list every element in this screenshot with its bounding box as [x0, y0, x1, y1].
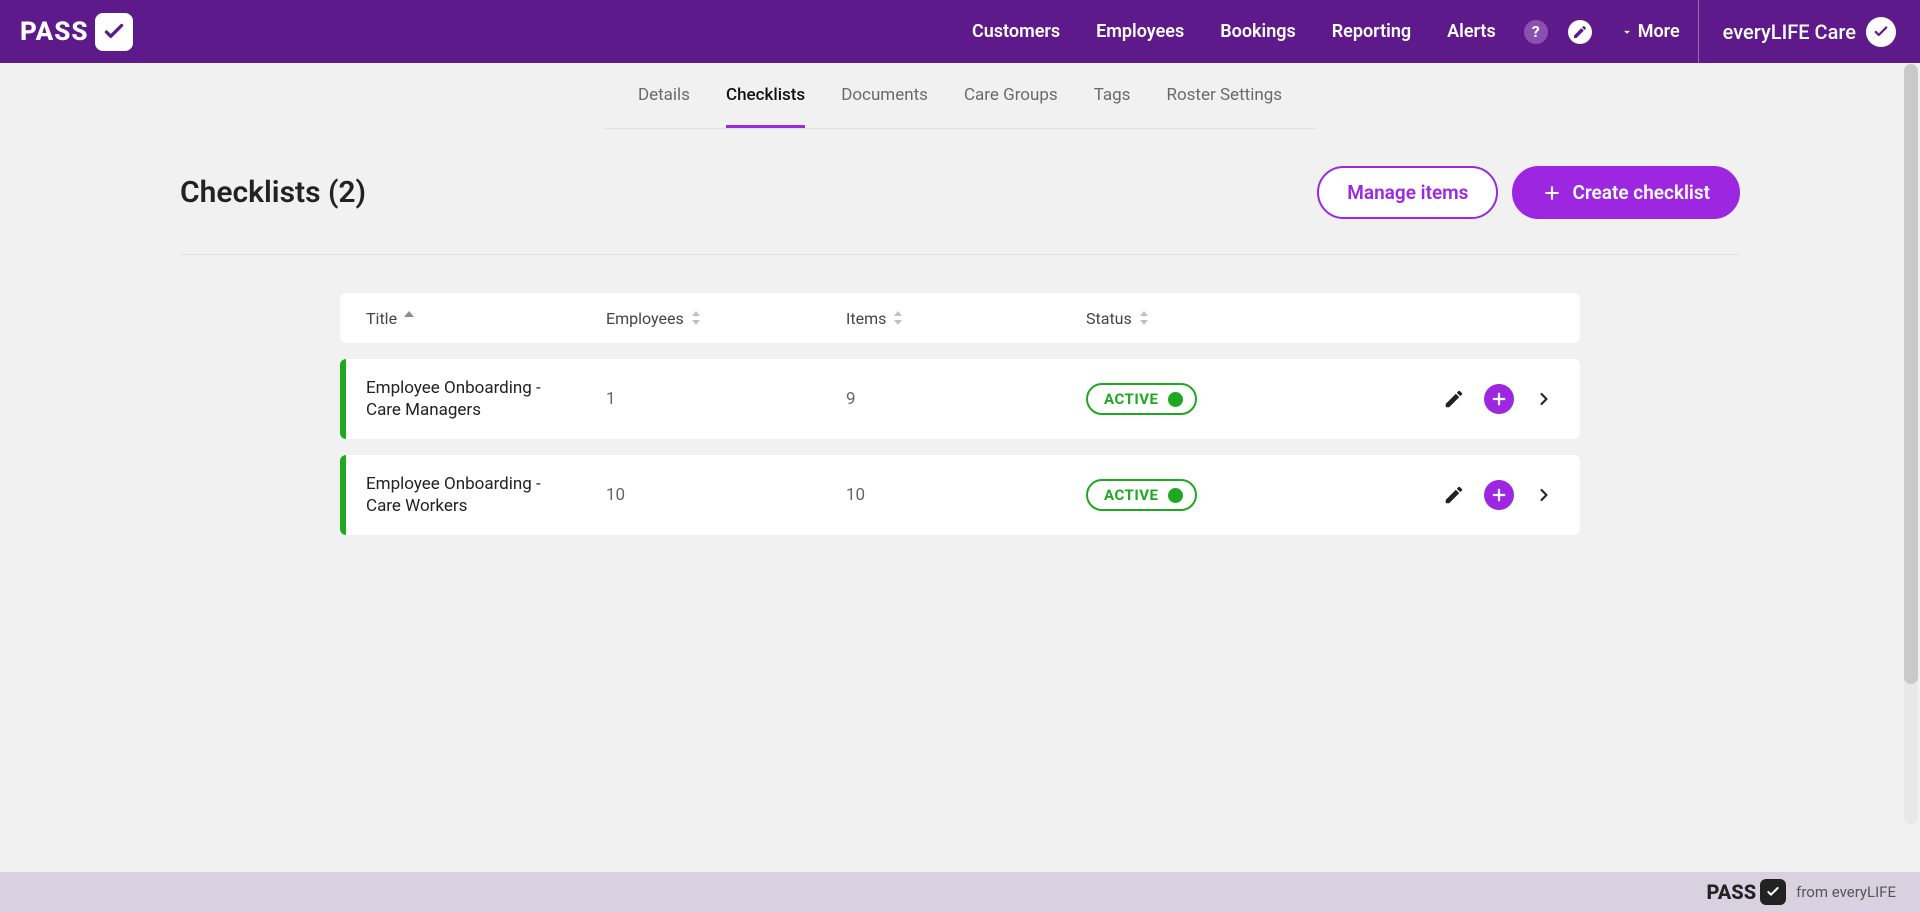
- sort-asc-icon: [403, 311, 415, 325]
- app-header: PASS Customers Employees Bookings Report…: [0, 0, 1920, 63]
- column-title[interactable]: Title: [340, 309, 580, 328]
- table-header: Title Employees Items Status: [340, 293, 1580, 343]
- row-title: Employee Onboarding - Care Workers: [340, 473, 560, 517]
- manage-items-button[interactable]: Manage items: [1317, 166, 1498, 219]
- row-items: 9: [820, 389, 1060, 409]
- column-employees[interactable]: Employees: [580, 309, 820, 328]
- footer-brand: PASS: [1707, 879, 1787, 905]
- row-actions: [1300, 384, 1580, 414]
- brand-logo: PASS: [20, 13, 133, 51]
- plus-icon: [1542, 183, 1562, 203]
- nav-customers[interactable]: Customers: [954, 21, 1078, 42]
- edit-icon[interactable]: [1568, 20, 1592, 44]
- brand-badge: [95, 13, 133, 51]
- footer-text: from everyLIFE: [1796, 883, 1896, 901]
- account-name: everyLIFE Care: [1723, 20, 1856, 44]
- nav-reporting[interactable]: Reporting: [1314, 21, 1429, 42]
- status-label: ACTIVE: [1104, 486, 1158, 504]
- sort-icon: [1138, 311, 1150, 325]
- sub-tabs: Details Checklists Documents Care Groups…: [605, 63, 1315, 129]
- tab-care-groups[interactable]: Care Groups: [964, 63, 1058, 128]
- chevron-right-icon: [1534, 485, 1554, 505]
- page-actions: Manage items Create checklist: [1317, 166, 1740, 219]
- check-icon: [1872, 23, 1890, 41]
- manage-items-label: Manage items: [1347, 181, 1468, 204]
- tab-roster-settings[interactable]: Roster Settings: [1166, 63, 1282, 128]
- column-employees-label: Employees: [606, 309, 684, 328]
- footer-brand-name: PASS: [1707, 880, 1757, 904]
- status-dot-icon: [1168, 488, 1183, 503]
- pencil-icon: [1443, 388, 1465, 410]
- chevron-right-icon: [1534, 389, 1554, 409]
- nav-bookings[interactable]: Bookings: [1202, 21, 1314, 42]
- more-label: More: [1638, 21, 1680, 42]
- page: Checklists (2) Manage items Create check…: [180, 129, 1740, 535]
- create-checklist-label: Create checklist: [1572, 181, 1710, 204]
- row-items: 10: [820, 485, 1060, 505]
- table-row[interactable]: Employee Onboarding - Care Workers 10 10…: [340, 455, 1580, 535]
- column-title-label: Title: [366, 309, 397, 328]
- status-badge: ACTIVE: [1086, 383, 1197, 415]
- open-row-button[interactable]: [1530, 481, 1558, 509]
- nav-alerts[interactable]: Alerts: [1429, 21, 1514, 42]
- more-menu[interactable]: More: [1602, 21, 1698, 42]
- row-employees: 10: [580, 485, 820, 505]
- plus-icon: [1490, 486, 1508, 504]
- tab-checklists[interactable]: Checklists: [726, 63, 805, 128]
- sort-icon: [690, 311, 702, 325]
- plus-icon: [1490, 390, 1508, 408]
- status-badge: ACTIVE: [1086, 479, 1197, 511]
- status-label: ACTIVE: [1104, 390, 1158, 408]
- open-row-button[interactable]: [1530, 385, 1558, 413]
- check-icon: [101, 19, 127, 45]
- table-row[interactable]: Employee Onboarding - Care Managers 1 9 …: [340, 359, 1580, 439]
- main-nav: Customers Employees Bookings Reporting A…: [954, 0, 1920, 63]
- add-row-button[interactable]: [1484, 384, 1514, 414]
- create-checklist-button[interactable]: Create checklist: [1512, 166, 1740, 219]
- check-icon: [1765, 884, 1781, 900]
- checklists-table: Title Employees Items Status Employee On…: [340, 293, 1580, 535]
- help-icon[interactable]: ?: [1524, 20, 1548, 44]
- column-items-label: Items: [846, 309, 886, 328]
- edit-row-button[interactable]: [1440, 481, 1468, 509]
- footer: PASS from everyLIFE: [0, 872, 1920, 912]
- column-status[interactable]: Status: [1060, 309, 1300, 328]
- column-items[interactable]: Items: [820, 309, 1060, 328]
- footer-badge: [1760, 879, 1786, 905]
- add-row-button[interactable]: [1484, 480, 1514, 510]
- brand-name: PASS: [20, 17, 89, 47]
- row-employees: 1: [580, 389, 820, 409]
- page-title: Checklists (2): [180, 175, 366, 210]
- row-title: Employee Onboarding - Care Managers: [340, 377, 560, 421]
- tab-documents[interactable]: Documents: [841, 63, 928, 128]
- page-header: Checklists (2) Manage items Create check…: [180, 129, 1740, 255]
- sort-icon: [892, 311, 904, 325]
- pencil-icon: [1443, 484, 1465, 506]
- row-actions: [1300, 480, 1580, 510]
- edit-row-button[interactable]: [1440, 385, 1468, 413]
- account-badge: [1866, 17, 1896, 47]
- status-dot-icon: [1168, 392, 1183, 407]
- scrollbar[interactable]: [1904, 64, 1918, 824]
- tab-tags[interactable]: Tags: [1094, 63, 1131, 128]
- column-status-label: Status: [1086, 309, 1132, 328]
- account-menu[interactable]: everyLIFE Care: [1698, 0, 1920, 63]
- nav-employees[interactable]: Employees: [1078, 21, 1202, 42]
- chevron-down-icon: [1620, 25, 1634, 39]
- tab-details[interactable]: Details: [638, 63, 690, 128]
